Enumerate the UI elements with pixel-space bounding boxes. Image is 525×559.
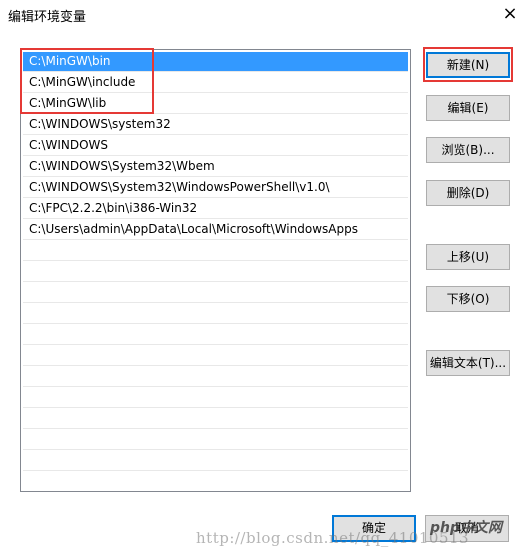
list-item[interactable] — [23, 472, 408, 491]
list-item[interactable] — [23, 283, 408, 303]
list-item[interactable] — [23, 409, 408, 429]
new-button[interactable]: 新建(N) — [426, 52, 510, 78]
edit-env-variable-dialog: 编辑环境变量 × C:\MinGW\bin C:\MinGW\include C:\… — [0, 0, 525, 559]
list-item[interactable] — [23, 451, 408, 471]
close-button[interactable]: × — [495, 0, 525, 30]
list-item[interactable]: C:\WINDOWS — [23, 136, 408, 156]
list-item[interactable]: C:\MinGW\lib — [23, 94, 408, 114]
list-item[interactable] — [23, 388, 408, 408]
move-up-button[interactable]: 上移(U) — [426, 244, 510, 270]
list-item[interactable]: C:\WINDOWS\system32 — [23, 115, 408, 135]
list-item[interactable]: C:\Users\admin\AppData\Local\Microsoft\W… — [23, 220, 408, 240]
list-item[interactable] — [23, 367, 408, 387]
list-item[interactable] — [23, 241, 408, 261]
cancel-button[interactable]: 取消 — [425, 515, 509, 542]
list-item[interactable] — [23, 262, 408, 282]
list-item[interactable]: C:\MinGW\bin — [23, 52, 408, 72]
ok-button[interactable]: 确定 — [332, 515, 416, 542]
list-item[interactable] — [23, 346, 408, 366]
move-down-button[interactable]: 下移(O) — [426, 286, 510, 312]
browse-button[interactable]: 浏览(B)... — [426, 137, 510, 163]
list-item[interactable]: C:\FPC\2.2.2\bin\i386-Win32 — [23, 199, 408, 219]
edit-button[interactable]: 编辑(E) — [426, 95, 510, 121]
title-bar: 编辑环境变量 × — [0, 0, 525, 30]
list-item[interactable]: C:\WINDOWS\System32\Wbem — [23, 157, 408, 177]
list-item[interactable]: C:\MinGW\include — [23, 73, 408, 93]
dialog-title: 编辑环境变量 — [8, 10, 87, 25]
list-item[interactable] — [23, 325, 408, 345]
delete-button[interactable]: 删除(D) — [426, 180, 510, 206]
close-icon: × — [502, 3, 518, 24]
list-item[interactable] — [23, 430, 408, 450]
edit-text-button[interactable]: 编辑文本(T)... — [426, 350, 510, 376]
list-item[interactable] — [23, 304, 408, 324]
list-item[interactable]: C:\WINDOWS\System32\WindowsPowerShell\v1… — [23, 178, 408, 198]
path-list[interactable]: C:\MinGW\bin C:\MinGW\include C:\MinGW\lib… — [20, 49, 411, 492]
